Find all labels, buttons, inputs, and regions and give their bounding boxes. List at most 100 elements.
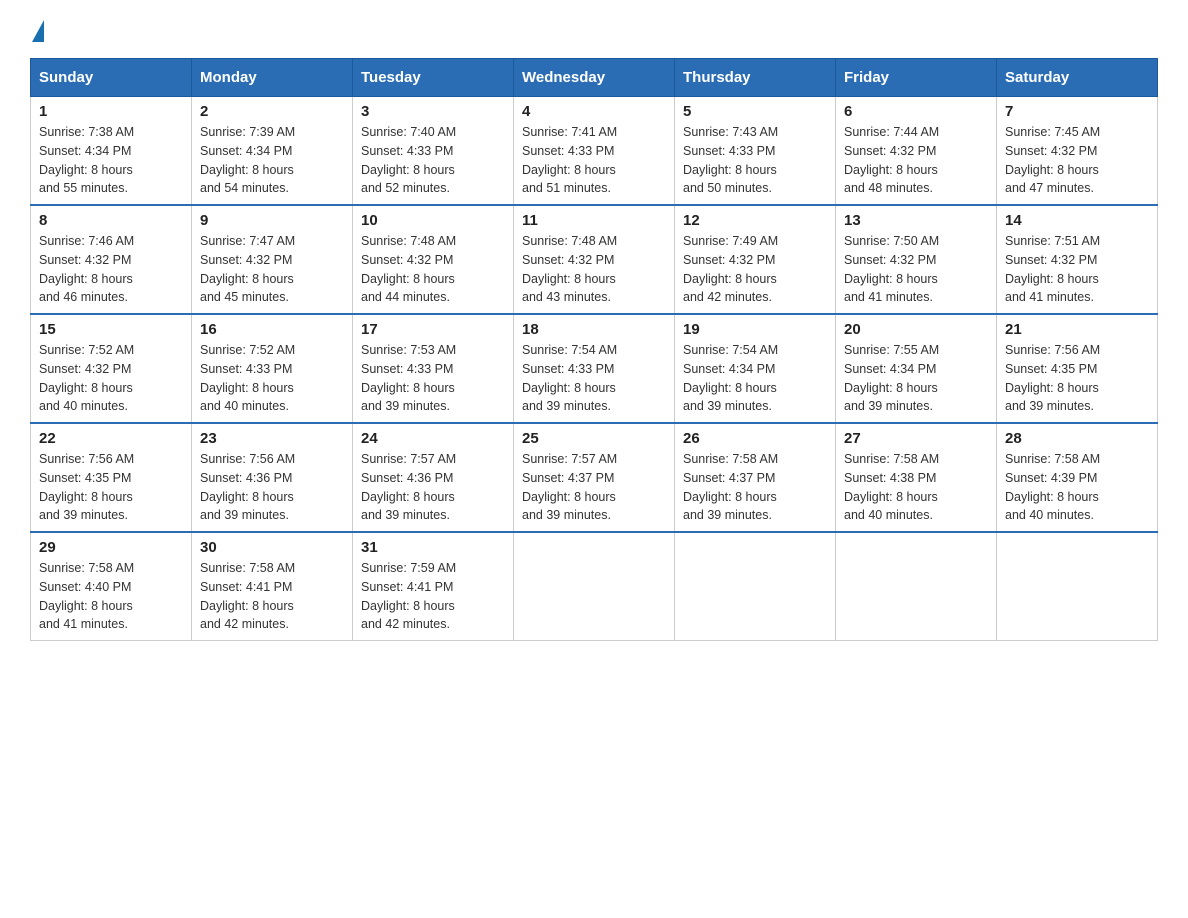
header-thursday: Thursday: [675, 59, 836, 97]
day-info: Sunrise: 7:54 AM Sunset: 4:33 PM Dayligh…: [522, 341, 666, 416]
day-number: 31: [361, 539, 505, 556]
calendar-cell: 5 Sunrise: 7:43 AM Sunset: 4:33 PM Dayli…: [675, 97, 836, 206]
day-number: 6: [844, 103, 988, 120]
day-info: Sunrise: 7:48 AM Sunset: 4:32 PM Dayligh…: [361, 232, 505, 307]
day-number: 29: [39, 539, 183, 556]
day-info: Sunrise: 7:45 AM Sunset: 4:32 PM Dayligh…: [1005, 123, 1149, 198]
logo: [30, 20, 44, 48]
day-info: Sunrise: 7:52 AM Sunset: 4:33 PM Dayligh…: [200, 341, 344, 416]
day-number: 11: [522, 212, 666, 229]
day-info: Sunrise: 7:58 AM Sunset: 4:41 PM Dayligh…: [200, 559, 344, 634]
day-number: 5: [683, 103, 827, 120]
day-number: 20: [844, 321, 988, 338]
calendar-cell: 4 Sunrise: 7:41 AM Sunset: 4:33 PM Dayli…: [514, 97, 675, 206]
header-wednesday: Wednesday: [514, 59, 675, 97]
page-header: [30, 20, 1158, 48]
calendar-cell: 24 Sunrise: 7:57 AM Sunset: 4:36 PM Dayl…: [353, 423, 514, 532]
weekday-header-row: Sunday Monday Tuesday Wednesday Thursday…: [31, 59, 1158, 97]
day-info: Sunrise: 7:56 AM Sunset: 4:35 PM Dayligh…: [39, 450, 183, 525]
day-info: Sunrise: 7:51 AM Sunset: 4:32 PM Dayligh…: [1005, 232, 1149, 307]
calendar-cell: 16 Sunrise: 7:52 AM Sunset: 4:33 PM Dayl…: [192, 314, 353, 423]
day-info: Sunrise: 7:55 AM Sunset: 4:34 PM Dayligh…: [844, 341, 988, 416]
calendar-cell: 10 Sunrise: 7:48 AM Sunset: 4:32 PM Dayl…: [353, 205, 514, 314]
calendar-cell: 9 Sunrise: 7:47 AM Sunset: 4:32 PM Dayli…: [192, 205, 353, 314]
calendar-cell: [514, 532, 675, 641]
day-info: Sunrise: 7:57 AM Sunset: 4:36 PM Dayligh…: [361, 450, 505, 525]
day-info: Sunrise: 7:40 AM Sunset: 4:33 PM Dayligh…: [361, 123, 505, 198]
calendar-cell: 11 Sunrise: 7:48 AM Sunset: 4:32 PM Dayl…: [514, 205, 675, 314]
day-number: 28: [1005, 430, 1149, 447]
calendar-cell: 21 Sunrise: 7:56 AM Sunset: 4:35 PM Dayl…: [997, 314, 1158, 423]
day-number: 27: [844, 430, 988, 447]
calendar-cell: 3 Sunrise: 7:40 AM Sunset: 4:33 PM Dayli…: [353, 97, 514, 206]
calendar-week-row: 8 Sunrise: 7:46 AM Sunset: 4:32 PM Dayli…: [31, 205, 1158, 314]
day-info: Sunrise: 7:43 AM Sunset: 4:33 PM Dayligh…: [683, 123, 827, 198]
calendar-week-row: 1 Sunrise: 7:38 AM Sunset: 4:34 PM Dayli…: [31, 97, 1158, 206]
calendar-week-row: 15 Sunrise: 7:52 AM Sunset: 4:32 PM Dayl…: [31, 314, 1158, 423]
day-info: Sunrise: 7:56 AM Sunset: 4:36 PM Dayligh…: [200, 450, 344, 525]
day-info: Sunrise: 7:57 AM Sunset: 4:37 PM Dayligh…: [522, 450, 666, 525]
calendar-cell: 17 Sunrise: 7:53 AM Sunset: 4:33 PM Dayl…: [353, 314, 514, 423]
calendar-cell: 6 Sunrise: 7:44 AM Sunset: 4:32 PM Dayli…: [836, 97, 997, 206]
day-info: Sunrise: 7:59 AM Sunset: 4:41 PM Dayligh…: [361, 559, 505, 634]
day-number: 2: [200, 103, 344, 120]
day-info: Sunrise: 7:58 AM Sunset: 4:39 PM Dayligh…: [1005, 450, 1149, 525]
day-info: Sunrise: 7:47 AM Sunset: 4:32 PM Dayligh…: [200, 232, 344, 307]
day-number: 17: [361, 321, 505, 338]
calendar-cell: [675, 532, 836, 641]
day-number: 19: [683, 321, 827, 338]
day-info: Sunrise: 7:56 AM Sunset: 4:35 PM Dayligh…: [1005, 341, 1149, 416]
calendar-cell: 12 Sunrise: 7:49 AM Sunset: 4:32 PM Dayl…: [675, 205, 836, 314]
day-info: Sunrise: 7:44 AM Sunset: 4:32 PM Dayligh…: [844, 123, 988, 198]
header-monday: Monday: [192, 59, 353, 97]
day-info: Sunrise: 7:46 AM Sunset: 4:32 PM Dayligh…: [39, 232, 183, 307]
day-number: 1: [39, 103, 183, 120]
calendar-cell: 26 Sunrise: 7:58 AM Sunset: 4:37 PM Dayl…: [675, 423, 836, 532]
calendar-cell: [997, 532, 1158, 641]
calendar-cell: [836, 532, 997, 641]
day-info: Sunrise: 7:49 AM Sunset: 4:32 PM Dayligh…: [683, 232, 827, 307]
calendar-cell: 19 Sunrise: 7:54 AM Sunset: 4:34 PM Dayl…: [675, 314, 836, 423]
calendar-cell: 22 Sunrise: 7:56 AM Sunset: 4:35 PM Dayl…: [31, 423, 192, 532]
day-number: 26: [683, 430, 827, 447]
calendar-cell: 28 Sunrise: 7:58 AM Sunset: 4:39 PM Dayl…: [997, 423, 1158, 532]
calendar-week-row: 22 Sunrise: 7:56 AM Sunset: 4:35 PM Dayl…: [31, 423, 1158, 532]
calendar-cell: 27 Sunrise: 7:58 AM Sunset: 4:38 PM Dayl…: [836, 423, 997, 532]
day-number: 10: [361, 212, 505, 229]
day-info: Sunrise: 7:58 AM Sunset: 4:37 PM Dayligh…: [683, 450, 827, 525]
calendar-cell: 18 Sunrise: 7:54 AM Sunset: 4:33 PM Dayl…: [514, 314, 675, 423]
calendar-cell: 15 Sunrise: 7:52 AM Sunset: 4:32 PM Dayl…: [31, 314, 192, 423]
calendar-cell: 29 Sunrise: 7:58 AM Sunset: 4:40 PM Dayl…: [31, 532, 192, 641]
day-info: Sunrise: 7:52 AM Sunset: 4:32 PM Dayligh…: [39, 341, 183, 416]
day-number: 23: [200, 430, 344, 447]
day-info: Sunrise: 7:58 AM Sunset: 4:38 PM Dayligh…: [844, 450, 988, 525]
calendar-cell: 30 Sunrise: 7:58 AM Sunset: 4:41 PM Dayl…: [192, 532, 353, 641]
header-saturday: Saturday: [997, 59, 1158, 97]
calendar-cell: 14 Sunrise: 7:51 AM Sunset: 4:32 PM Dayl…: [997, 205, 1158, 314]
calendar-table: Sunday Monday Tuesday Wednesday Thursday…: [30, 58, 1158, 641]
day-number: 22: [39, 430, 183, 447]
calendar-cell: 1 Sunrise: 7:38 AM Sunset: 4:34 PM Dayli…: [31, 97, 192, 206]
calendar-cell: 23 Sunrise: 7:56 AM Sunset: 4:36 PM Dayl…: [192, 423, 353, 532]
day-number: 24: [361, 430, 505, 447]
logo-triangle-icon: [32, 20, 44, 42]
day-number: 13: [844, 212, 988, 229]
day-number: 9: [200, 212, 344, 229]
day-number: 4: [522, 103, 666, 120]
day-number: 16: [200, 321, 344, 338]
day-info: Sunrise: 7:39 AM Sunset: 4:34 PM Dayligh…: [200, 123, 344, 198]
day-number: 14: [1005, 212, 1149, 229]
calendar-week-row: 29 Sunrise: 7:58 AM Sunset: 4:40 PM Dayl…: [31, 532, 1158, 641]
header-sunday: Sunday: [31, 59, 192, 97]
header-tuesday: Tuesday: [353, 59, 514, 97]
day-info: Sunrise: 7:48 AM Sunset: 4:32 PM Dayligh…: [522, 232, 666, 307]
calendar-cell: 2 Sunrise: 7:39 AM Sunset: 4:34 PM Dayli…: [192, 97, 353, 206]
day-number: 7: [1005, 103, 1149, 120]
day-info: Sunrise: 7:41 AM Sunset: 4:33 PM Dayligh…: [522, 123, 666, 198]
day-number: 8: [39, 212, 183, 229]
calendar-cell: 25 Sunrise: 7:57 AM Sunset: 4:37 PM Dayl…: [514, 423, 675, 532]
calendar-cell: 13 Sunrise: 7:50 AM Sunset: 4:32 PM Dayl…: [836, 205, 997, 314]
day-number: 25: [522, 430, 666, 447]
day-number: 12: [683, 212, 827, 229]
header-friday: Friday: [836, 59, 997, 97]
